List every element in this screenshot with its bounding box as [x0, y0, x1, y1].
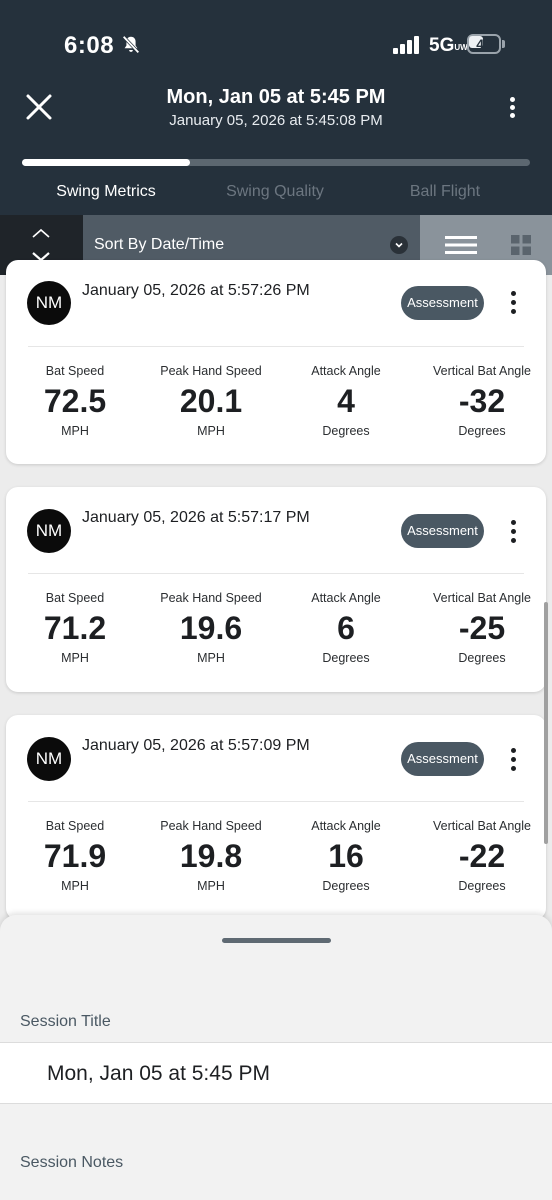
metric-vertical-bat-angle: Vertical Bat Angle -25 Degrees: [414, 591, 550, 665]
session-title-block: Mon, Jan 05 at 5:45 PM January 05, 2026 …: [120, 86, 432, 129]
metric-unit: MPH: [197, 424, 225, 438]
session-title-label: Session Title: [20, 1013, 111, 1030]
more-vertical-icon[interactable]: [506, 290, 522, 316]
metric-attack-angle: Attack Angle 16 Degrees: [278, 819, 414, 893]
progress-bar: [22, 159, 530, 166]
swing-datetime: January 05, 2026 at 5:57:26 PM: [82, 282, 310, 299]
network-type: 5G: [429, 35, 455, 56]
scrollbar[interactable]: [544, 602, 548, 844]
app-header: 6:08 5GUW 45 Mon, Jan 05 at 5:45 PM Janu…: [0, 0, 552, 215]
sheet-drag-handle[interactable]: [222, 938, 331, 943]
close-icon[interactable]: [24, 92, 54, 122]
tab-ball-flight[interactable]: Ball Flight: [360, 183, 530, 201]
metric-value: 19.6: [179, 610, 243, 646]
list-view-icon: [445, 236, 477, 254]
network-badge: UW: [454, 43, 468, 52]
tab-swing-metrics[interactable]: Swing Metrics: [21, 183, 191, 201]
avatar: NM: [27, 281, 71, 325]
metric-label: Attack Angle: [311, 364, 381, 378]
metric-unit: Degrees: [322, 424, 370, 438]
metric-value: 19.8: [179, 838, 243, 874]
metric-value: -22: [458, 838, 506, 874]
page-subtitle: January 05, 2026 at 5:45:08 PM: [169, 112, 383, 129]
avatar: NM: [27, 509, 71, 553]
swing-card[interactable]: NM January 05, 2026 at 5:57:09 PM Assess…: [6, 715, 546, 920]
progress-fill: [22, 159, 190, 166]
battery-level: 45: [476, 36, 492, 52]
battery-icon: 45: [467, 34, 505, 54]
more-vertical-icon[interactable]: [506, 747, 522, 773]
metric-peak-hand-speed: Peak Hand Speed 19.6 MPH: [143, 591, 279, 665]
metric-attack-angle: Attack Angle 6 Degrees: [278, 591, 414, 665]
session-title-value: Mon, Jan 05 at 5:45 PM: [47, 1062, 270, 1085]
metric-value: 20.1: [179, 383, 243, 419]
network-indicator: 5GUW: [429, 35, 468, 57]
metric-value: 71.9: [43, 838, 107, 874]
status-time: 6:08: [64, 32, 115, 59]
metric-value: 6: [337, 610, 355, 646]
session-title-field[interactable]: Mon, Jan 05 at 5:45 PM: [0, 1042, 552, 1104]
signal-icon: [393, 36, 419, 54]
more-vertical-icon[interactable]: [505, 96, 521, 120]
session-details-sheet: Session Title Mon, Jan 05 at 5:45 PM Ses…: [0, 915, 552, 1200]
metric-value: 16: [328, 838, 364, 874]
metric-value: 71.2: [43, 610, 107, 646]
page-title: Mon, Jan 05 at 5:45 PM: [166, 86, 386, 108]
metric-label: Attack Angle: [311, 591, 381, 605]
metric-peak-hand-speed: Peak Hand Speed 20.1 MPH: [143, 364, 279, 438]
metric-label: Attack Angle: [311, 819, 381, 833]
metric-label: Peak Hand Speed: [160, 819, 262, 833]
metric-label: Vertical Bat Angle: [433, 364, 531, 378]
metric-value: -25: [458, 610, 506, 646]
card-divider: [28, 573, 524, 574]
metric-attack-angle: Attack Angle 4 Degrees: [278, 364, 414, 438]
metric-label: Peak Hand Speed: [160, 591, 262, 605]
tab-bar: Swing Metrics Swing Quality Ball Flight: [0, 183, 552, 211]
card-divider: [28, 346, 524, 347]
metric-value: 4: [337, 383, 355, 419]
avatar: NM: [27, 737, 71, 781]
status-bar: 6:08 5GUW 45: [0, 0, 552, 90]
grid-view-icon: [511, 235, 531, 255]
swing-card[interactable]: NM January 05, 2026 at 5:57:17 PM Assess…: [6, 487, 546, 692]
metric-unit: MPH: [197, 651, 225, 665]
session-notes-label: Session Notes: [20, 1154, 124, 1171]
metric-unit: MPH: [197, 879, 225, 893]
metric-label: Bat Speed: [45, 364, 105, 378]
chevron-down-icon: [390, 236, 408, 254]
metric-label: Bat Speed: [45, 591, 105, 605]
metric-label: Vertical Bat Angle: [433, 819, 531, 833]
metric-value: -32: [458, 383, 506, 419]
metric-bat-speed: Bat Speed 71.2 MPH: [7, 591, 143, 665]
metric-unit: Degrees: [458, 424, 506, 438]
metric-vertical-bat-angle: Vertical Bat Angle -32 Degrees: [414, 364, 550, 438]
metric-bat-speed: Bat Speed 71.9 MPH: [7, 819, 143, 893]
metric-unit: MPH: [61, 879, 89, 893]
assessment-button[interactable]: Assessment: [401, 286, 484, 320]
metric-bat-speed: Bat Speed 72.5 MPH: [7, 364, 143, 438]
metric-label: Vertical Bat Angle: [433, 591, 531, 605]
metric-unit: Degrees: [322, 651, 370, 665]
card-divider: [28, 801, 524, 802]
assessment-button[interactable]: Assessment: [401, 514, 484, 548]
chevron-up-down-icon: [32, 228, 50, 262]
metric-vertical-bat-angle: Vertical Bat Angle -22 Degrees: [414, 819, 550, 893]
metric-value: 72.5: [43, 383, 107, 419]
more-vertical-icon[interactable]: [506, 519, 522, 545]
metric-unit: MPH: [61, 424, 89, 438]
bell-slash-icon: [122, 35, 140, 54]
metric-peak-hand-speed: Peak Hand Speed 19.8 MPH: [143, 819, 279, 893]
metric-unit: Degrees: [458, 651, 506, 665]
metric-label: Peak Hand Speed: [160, 364, 262, 378]
assessment-button[interactable]: Assessment: [401, 742, 484, 776]
metric-label: Bat Speed: [45, 819, 105, 833]
sort-label: Sort By Date/Time: [94, 236, 225, 253]
metric-unit: Degrees: [458, 879, 506, 893]
metric-unit: Degrees: [322, 879, 370, 893]
swing-datetime: January 05, 2026 at 5:57:17 PM: [82, 509, 310, 526]
swing-card[interactable]: NM January 05, 2026 at 5:57:26 PM Assess…: [6, 260, 546, 464]
metric-unit: MPH: [61, 651, 89, 665]
tab-swing-quality[interactable]: Swing Quality: [190, 183, 360, 201]
swing-datetime: January 05, 2026 at 5:57:09 PM: [82, 737, 310, 754]
